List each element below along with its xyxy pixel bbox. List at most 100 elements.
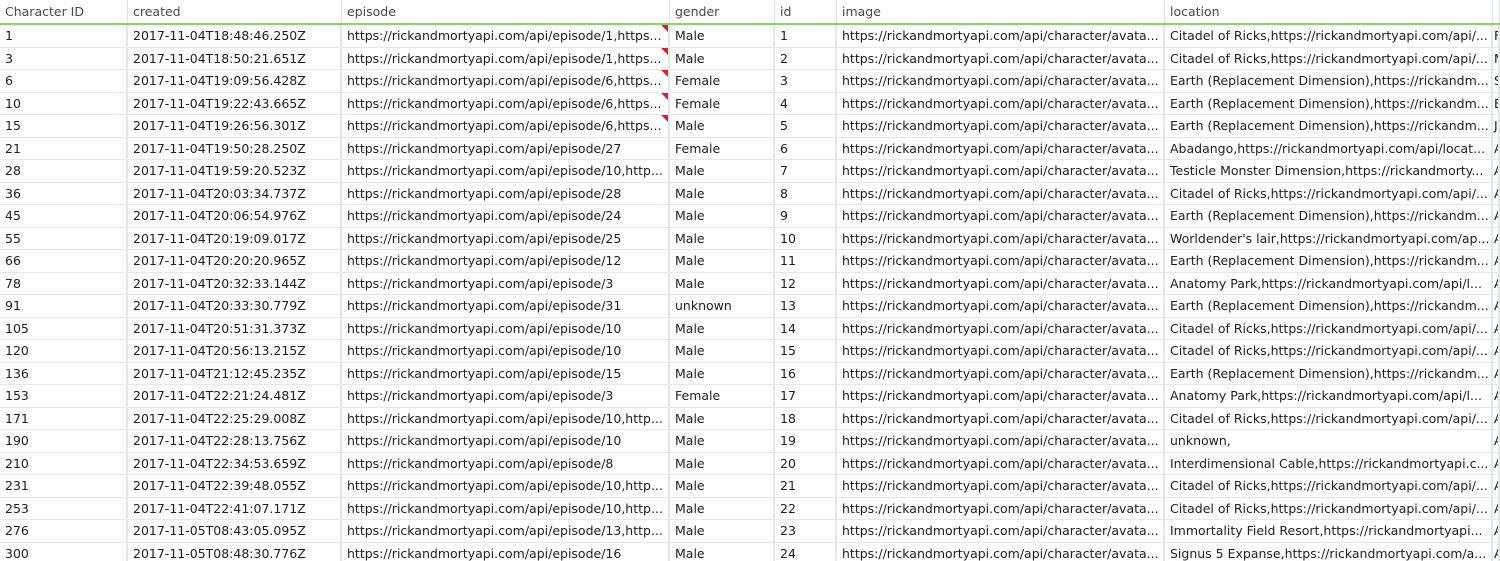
table-cell[interactable]: https://rickandmortyapi.com/api/characte… xyxy=(837,520,1165,543)
table-row[interactable]: 78 2017-11-04T20:32:33.144Z https://rickan… xyxy=(0,272,1500,295)
table-cell[interactable]: A xyxy=(1493,385,1500,408)
table-cell[interactable]: 15 xyxy=(0,115,128,138)
table-cell[interactable]: https://rickandmortyapi.com/api/characte… xyxy=(837,407,1165,430)
table-cell[interactable]: Citadel of Ricks,https://rickandmortyapi… xyxy=(1165,25,1493,48)
table-row[interactable]: 6 2017-11-04T19:09:56.428Z https://rickand… xyxy=(0,70,1500,93)
column-header-created[interactable]: created xyxy=(128,0,342,23)
column-header-id[interactable]: id xyxy=(775,0,837,23)
table-row[interactable]: 91 2017-11-04T20:33:30.779Z https://rickan… xyxy=(0,295,1500,318)
table-cell[interactable]: Female xyxy=(670,70,775,93)
table-row[interactable]: 66 2017-11-04T20:20:20.965Z https://rickan… xyxy=(0,250,1500,273)
table-cell[interactable]: 16 xyxy=(775,362,837,385)
table-cell[interactable]: 12 xyxy=(775,272,837,295)
table-row[interactable]: 15 2017-11-04T19:26:56.301Z https://rickan… xyxy=(0,115,1500,138)
table-cell[interactable]: https://rickandmortyapi.com/api/episode/… xyxy=(342,70,670,93)
table-cell[interactable]: 6 xyxy=(0,70,128,93)
table-cell[interactable]: A xyxy=(1493,182,1500,205)
table-cell[interactable]: A xyxy=(1493,227,1500,250)
table-cell[interactable]: https://rickandmortyapi.com/api/episode/… xyxy=(342,92,670,115)
table-cell[interactable]: 3 xyxy=(775,70,837,93)
table-cell[interactable]: 2017-11-04T19:26:56.301Z xyxy=(128,115,342,138)
table-cell[interactable]: https://rickandmortyapi.com/api/episode/… xyxy=(342,430,670,453)
column-header-gender[interactable]: gender xyxy=(670,0,775,23)
table-cell[interactable]: Abadango,https://rickandmortyapi.com/api… xyxy=(1165,137,1493,160)
table-cell[interactable]: https://rickandmortyapi.com/api/characte… xyxy=(837,47,1165,70)
table-cell[interactable]: 15 xyxy=(775,340,837,363)
table-cell[interactable]: Testicle Monster Dimension,https://ricka… xyxy=(1165,160,1493,183)
table-cell[interactable]: 136 xyxy=(0,362,128,385)
table-cell[interactable]: https://rickandmortyapi.com/api/characte… xyxy=(837,250,1165,273)
table-cell[interactable]: Citadel of Ricks,https://rickandmortyapi… xyxy=(1165,475,1493,498)
table-cell[interactable]: B xyxy=(1493,92,1500,115)
table-cell[interactable]: Earth (Replacement Dimension),https://ri… xyxy=(1165,70,1493,93)
table-cell[interactable]: https://rickandmortyapi.com/api/episode/… xyxy=(342,542,670,561)
table-cell[interactable]: 2017-11-04T19:22:43.665Z xyxy=(128,92,342,115)
table-cell[interactable]: A xyxy=(1493,362,1500,385)
table-row[interactable]: 45 2017-11-04T20:06:54.976Z https://rickan… xyxy=(0,205,1500,228)
table-row[interactable]: 105 2017-11-04T20:51:31.373Z https://ricka… xyxy=(0,317,1500,340)
table-cell[interactable]: 2017-11-04T20:51:31.373Z xyxy=(128,317,342,340)
table-row[interactable]: 10 2017-11-04T19:22:43.665Z https://rickan… xyxy=(0,92,1500,115)
table-cell[interactable]: https://rickandmortyapi.com/api/characte… xyxy=(837,430,1165,453)
table-cell[interactable]: 17 xyxy=(775,385,837,408)
table-cell[interactable]: 21 xyxy=(0,137,128,160)
table-cell[interactable]: Male xyxy=(670,272,775,295)
table-cell[interactable]: https://rickandmortyapi.com/api/episode/… xyxy=(342,227,670,250)
table-cell[interactable]: 18 xyxy=(775,407,837,430)
table-cell[interactable]: https://rickandmortyapi.com/api/characte… xyxy=(837,475,1165,498)
table-cell[interactable]: A xyxy=(1493,272,1500,295)
table-cell[interactable]: https://rickandmortyapi.com/api/characte… xyxy=(837,227,1165,250)
table-cell[interactable]: Citadel of Ricks,https://rickandmortyapi… xyxy=(1165,182,1493,205)
table-cell[interactable]: 2017-11-05T08:43:05.095Z xyxy=(128,520,342,543)
table-cell[interactable]: Male xyxy=(670,340,775,363)
table-cell[interactable]: https://rickandmortyapi.com/api/episode/… xyxy=(342,385,670,408)
table-row[interactable]: 28 2017-11-04T19:59:20.523Z https://rickan… xyxy=(0,160,1500,183)
table-cell[interactable]: 2017-11-04T20:06:54.976Z xyxy=(128,205,342,228)
table-cell[interactable]: S xyxy=(1493,70,1500,93)
table-row[interactable]: 210 2017-11-04T22:34:53.659Z https://ricka… xyxy=(0,452,1500,475)
table-cell[interactable]: Anatomy Park,https://rickandmortyapi.com… xyxy=(1165,272,1493,295)
table-cell[interactable]: Male xyxy=(670,182,775,205)
table-cell[interactable]: https://rickandmortyapi.com/api/characte… xyxy=(837,317,1165,340)
table-row[interactable]: 190 2017-11-04T22:28:13.756Z https://ricka… xyxy=(0,430,1500,453)
table-cell[interactable]: 14 xyxy=(775,317,837,340)
table-cell[interactable]: 2017-11-04T20:56:13.215Z xyxy=(128,340,342,363)
table-cell[interactable]: 5 xyxy=(775,115,837,138)
table-cell[interactable]: 300 xyxy=(0,542,128,561)
column-header-episode[interactable]: episode xyxy=(342,0,670,23)
table-cell[interactable]: Male xyxy=(670,47,775,70)
table-cell[interactable]: Female xyxy=(670,137,775,160)
table-cell[interactable]: 22 xyxy=(775,497,837,520)
table-cell[interactable]: 2017-11-04T18:48:46.250Z xyxy=(128,25,342,48)
table-row[interactable]: 276 2017-11-05T08:43:05.095Z https://ricka… xyxy=(0,520,1500,543)
table-cell[interactable]: 276 xyxy=(0,520,128,543)
table-cell[interactable]: M xyxy=(1493,47,1500,70)
table-cell[interactable]: A xyxy=(1493,250,1500,273)
table-cell[interactable]: unknown xyxy=(670,295,775,318)
table-cell[interactable]: https://rickandmortyapi.com/api/characte… xyxy=(837,205,1165,228)
table-cell[interactable]: Anatomy Park,https://rickandmortyapi.com… xyxy=(1165,385,1493,408)
table-cell[interactable]: 171 xyxy=(0,407,128,430)
table-cell[interactable]: 2017-11-04T20:03:34.737Z xyxy=(128,182,342,205)
table-row[interactable]: 231 2017-11-04T22:39:48.055Z https://ricka… xyxy=(0,475,1500,498)
table-cell[interactable]: 2017-11-04T22:21:24.481Z xyxy=(128,385,342,408)
table-cell[interactable]: 2017-11-04T22:25:29.008Z xyxy=(128,407,342,430)
table-cell[interactable]: Earth (Replacement Dimension),https://ri… xyxy=(1165,250,1493,273)
table-cell[interactable]: 2017-11-04T19:50:28.250Z xyxy=(128,137,342,160)
table-cell[interactable]: https://rickandmortyapi.com/api/episode/… xyxy=(342,475,670,498)
column-header-character-id[interactable]: Character ID xyxy=(0,0,128,23)
table-cell[interactable]: A xyxy=(1493,317,1500,340)
table-cell[interactable]: 8 xyxy=(775,182,837,205)
table-row[interactable]: 21 2017-11-04T19:50:28.250Z https://rickan… xyxy=(0,137,1500,160)
table-cell[interactable]: Male xyxy=(670,250,775,273)
table-cell[interactable]: 36 xyxy=(0,182,128,205)
table-cell[interactable]: https://rickandmortyapi.com/api/characte… xyxy=(837,542,1165,561)
table-cell[interactable]: 6 xyxy=(775,137,837,160)
table-cell[interactable]: Male xyxy=(670,475,775,498)
table-cell[interactable]: https://rickandmortyapi.com/api/episode/… xyxy=(342,362,670,385)
table-cell[interactable]: https://rickandmortyapi.com/api/characte… xyxy=(837,452,1165,475)
table-cell[interactable]: 153 xyxy=(0,385,128,408)
table-cell[interactable]: A xyxy=(1493,452,1500,475)
table-cell[interactable]: F xyxy=(1493,25,1500,48)
table-cell[interactable]: Male xyxy=(670,520,775,543)
